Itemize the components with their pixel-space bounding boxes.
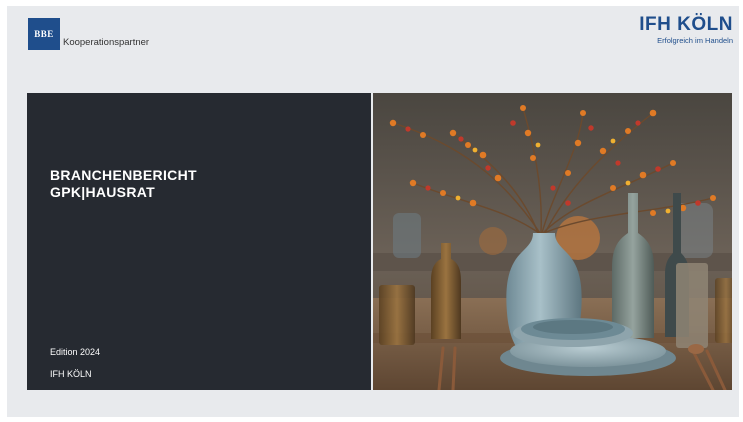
cover-photo xyxy=(373,93,732,390)
tableware-illustration xyxy=(373,93,732,390)
ifh-logo-tagline: Erfolgreich im Handeln xyxy=(657,36,733,45)
report-title-line2: GPK|HAUSRAT xyxy=(50,184,155,200)
title-panel: BRANCHENBERICHT GPK|HAUSRAT Edition 2024… xyxy=(27,93,371,390)
report-cover-slide: BBE Kooperationspartner IFH KÖLN Erfolgr… xyxy=(7,6,739,417)
edition-label: Edition 2024 xyxy=(50,347,101,357)
report-title: BRANCHENBERICHT GPK|HAUSRAT xyxy=(50,167,197,201)
ifh-logo: IFH KÖLN Erfolgreich im Handeln xyxy=(639,14,733,46)
partner-label: Kooperationspartner xyxy=(63,37,150,48)
bbe-logo-mark: BBE xyxy=(28,18,60,50)
bbe-logo: BBE Kooperationspartner xyxy=(28,18,149,50)
report-title-line1: BRANCHENBERICHT xyxy=(50,167,197,183)
publisher-label: IFH KÖLN xyxy=(50,369,92,379)
ifh-logo-name: IFH KÖLN xyxy=(639,14,733,35)
